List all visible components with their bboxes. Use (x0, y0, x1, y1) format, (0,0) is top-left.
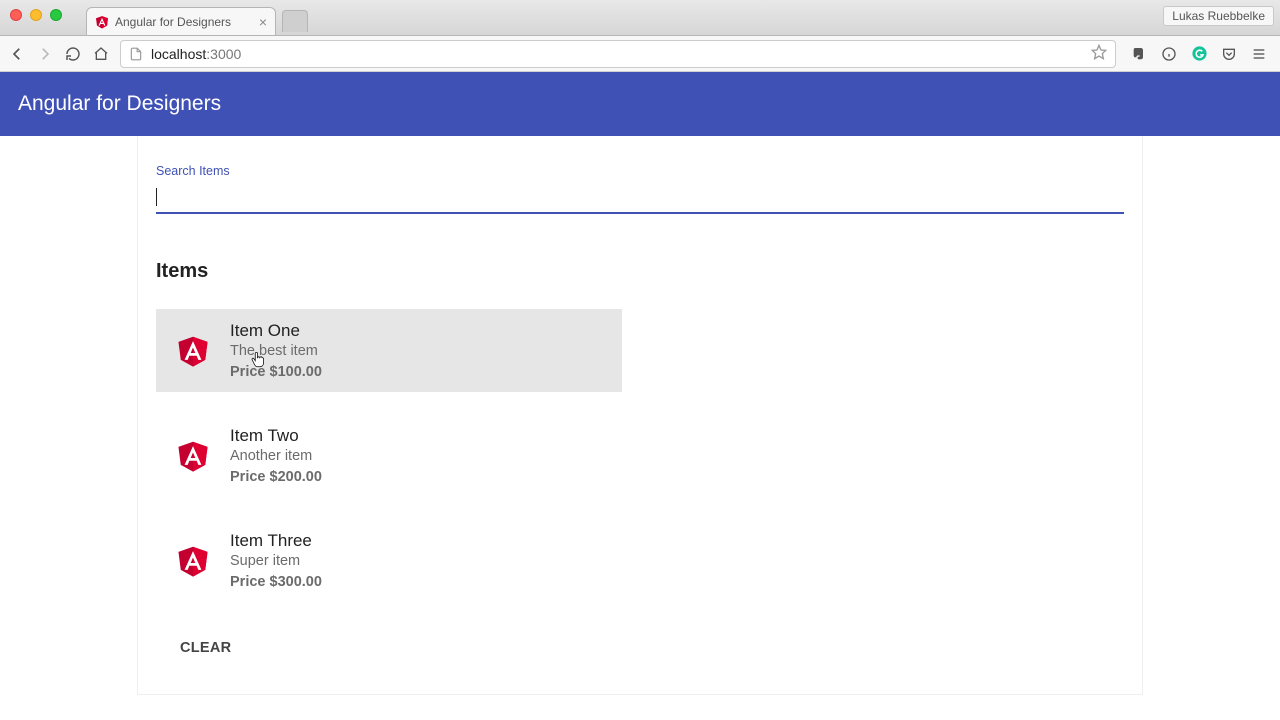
new-tab-button[interactable] (282, 10, 308, 32)
profile-chip[interactable]: Lukas Ruebbelke (1163, 6, 1274, 26)
search-input[interactable] (156, 184, 1124, 214)
search-field: Search Items (156, 160, 1124, 222)
angular-shield-icon (176, 333, 210, 369)
back-button[interactable] (8, 45, 26, 63)
tab-title: Angular for Designers (115, 15, 231, 29)
home-button[interactable] (92, 45, 110, 63)
list-item[interactable]: Item Three Super item Price $300.00 (156, 519, 622, 602)
forward-button[interactable] (36, 45, 54, 63)
extension-icons (1126, 45, 1272, 63)
item-name: Item One (230, 321, 322, 341)
url-host: localhost (151, 46, 206, 62)
browser-toolbar: localhost:3000 (0, 36, 1280, 72)
browser-tab-strip: Angular for Designers × Lukas Ruebbelke (0, 0, 1280, 36)
angular-shield-icon (176, 543, 210, 579)
address-bar[interactable]: localhost:3000 (120, 40, 1116, 68)
window-controls (10, 9, 62, 21)
item-desc: Another item (230, 448, 322, 464)
window-zoom-button[interactable] (50, 9, 62, 21)
reload-button[interactable] (64, 45, 82, 63)
search-label: Search Items (156, 164, 1124, 178)
text-caret (156, 188, 157, 206)
window-close-button[interactable] (10, 9, 22, 21)
page-icon (129, 47, 143, 61)
bookmark-star-icon[interactable] (1091, 44, 1107, 63)
window-minimize-button[interactable] (30, 9, 42, 21)
list-item[interactable]: Item Two Another item Price $200.00 (156, 414, 622, 497)
item-price: Price $200.00 (230, 469, 322, 485)
app-title: Angular for Designers (18, 92, 221, 116)
item-text: Item One The best item Price $100.00 (230, 321, 322, 380)
item-name: Item Two (230, 426, 322, 446)
angular-icon (95, 15, 109, 29)
page-body: Search Items Items Item One The best ite… (0, 136, 1280, 720)
item-price: Price $100.00 (230, 364, 322, 380)
info-extension-icon[interactable] (1160, 45, 1178, 63)
menu-icon[interactable] (1250, 45, 1268, 63)
item-price: Price $300.00 (230, 574, 322, 590)
list-item[interactable]: Item One The best item Price $100.00 (156, 309, 622, 392)
item-desc: The best item (230, 343, 322, 359)
app-bar: Angular for Designers (0, 72, 1280, 136)
item-text: Item Two Another item Price $200.00 (230, 426, 322, 485)
clear-button[interactable]: CLEAR (168, 632, 243, 664)
pocket-extension-icon[interactable] (1220, 45, 1238, 63)
tab-close-icon[interactable]: × (259, 15, 267, 29)
item-text: Item Three Super item Price $300.00 (230, 531, 322, 590)
grammarly-extension-icon[interactable] (1190, 45, 1208, 63)
content-card: Search Items Items Item One The best ite… (137, 136, 1143, 695)
item-name: Item Three (230, 531, 322, 551)
item-desc: Super item (230, 553, 322, 569)
url-port: :3000 (206, 46, 241, 62)
evernote-extension-icon[interactable] (1130, 45, 1148, 63)
angular-shield-icon (176, 438, 210, 474)
browser-tab-active[interactable]: Angular for Designers × (86, 7, 276, 35)
items-heading: Items (156, 260, 1124, 283)
item-list: Item One The best item Price $100.00 Ite… (156, 309, 1124, 602)
